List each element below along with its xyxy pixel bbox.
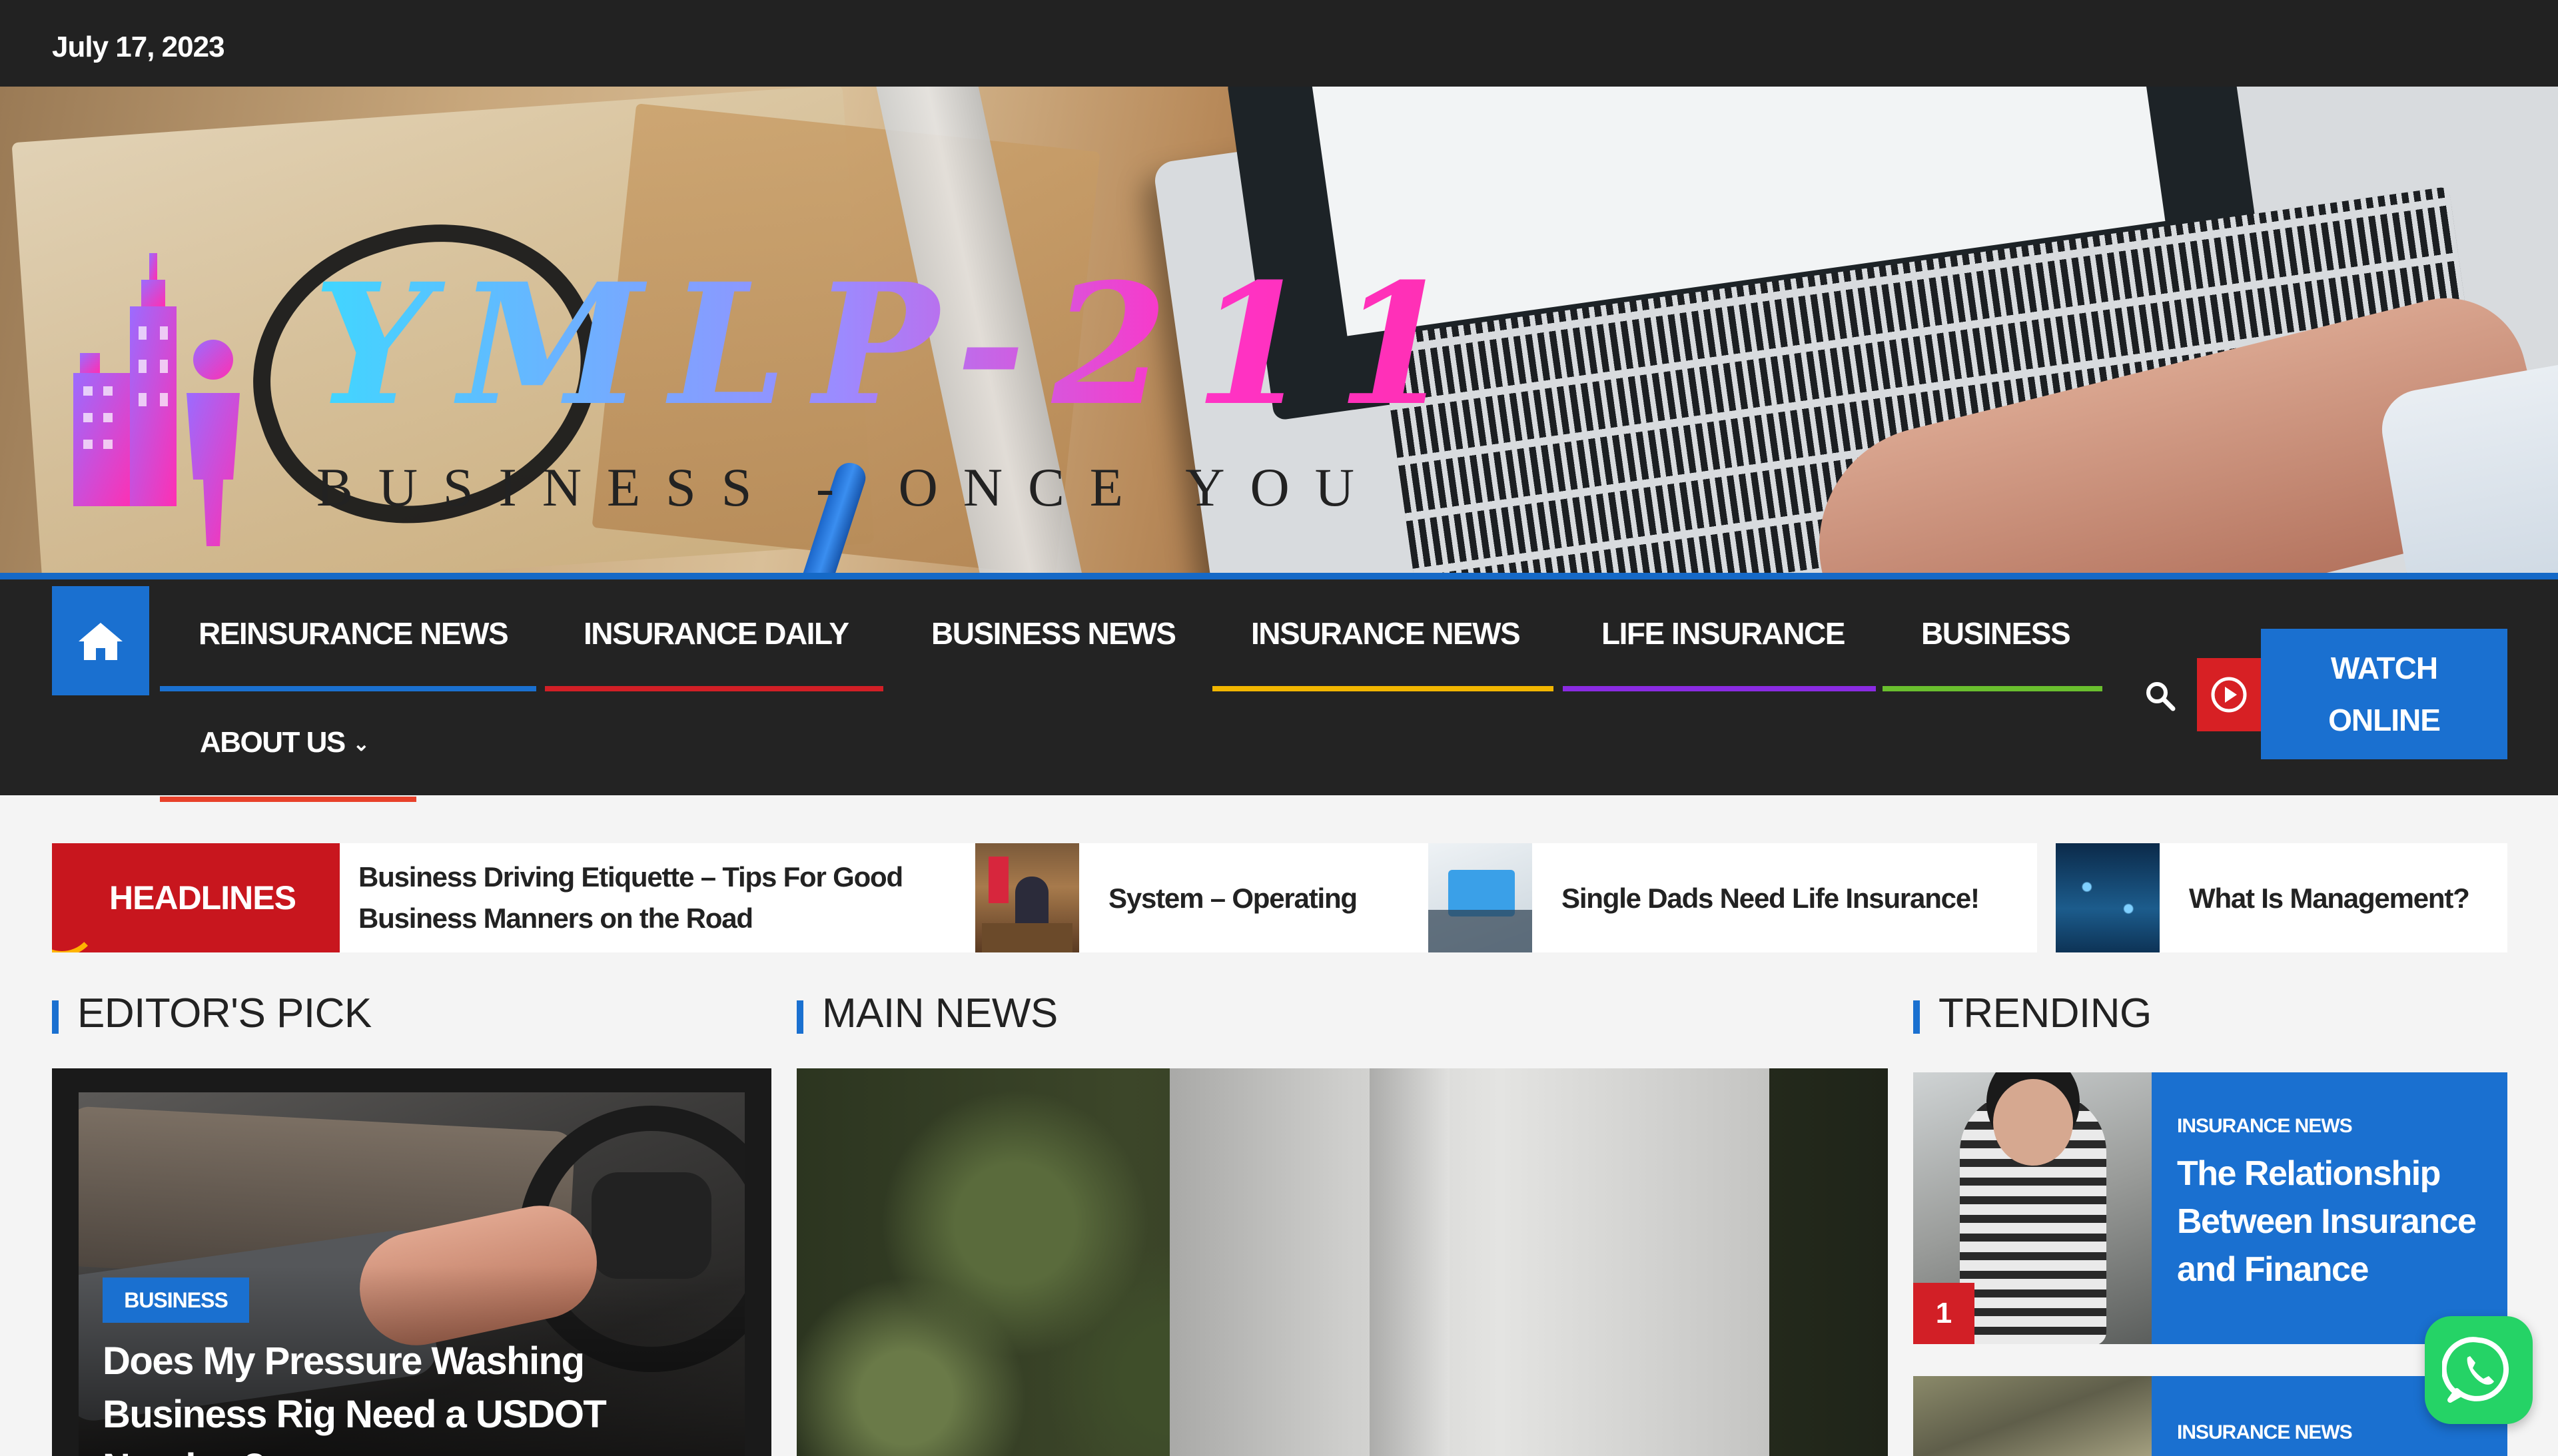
home-button[interactable] xyxy=(52,586,149,695)
section-marker xyxy=(1913,1000,1920,1034)
nav-underline-insurance-daily xyxy=(545,686,883,691)
nav-underline-about-us xyxy=(160,797,416,802)
ticker-item-title: System – Operating xyxy=(1108,883,1358,914)
nav-item-business-news[interactable]: BUSINESS NEWS xyxy=(931,615,1176,651)
trending-category[interactable]: INSURANCE NEWS xyxy=(2177,1421,2353,1444)
watch-online-line2: ONLINE xyxy=(2328,703,2441,737)
search-icon xyxy=(2146,682,2176,711)
nav-item-business[interactable]: BUSINESS xyxy=(1921,615,2071,651)
ticker-item-title-line2: Business Manners on the Road xyxy=(358,903,753,934)
ticker-item[interactable]: Business Driving Etiquette – Tips For Go… xyxy=(340,843,1002,952)
trending-heading: TRENDING xyxy=(1938,990,2152,1036)
site-logo-icon[interactable] xyxy=(67,226,266,559)
trending-title-line3: and Finance xyxy=(2177,1250,2369,1289)
editors-pick-heading: EDITOR'S PICK xyxy=(77,990,372,1036)
ticker-item-title-line1: Business Driving Etiquette – Tips For Go… xyxy=(358,861,903,893)
top-bar: July 17, 2023 xyxy=(0,0,2558,87)
headlines-ticker: HEADLINES Business Driving Etiquette – T… xyxy=(52,843,2507,952)
whatsapp-button[interactable] xyxy=(2425,1316,2533,1424)
play-circle-icon xyxy=(2211,677,2247,713)
ticker-item[interactable]: System – Operating xyxy=(975,843,1455,952)
trending-card[interactable]: 1 INSURANCE NEWS The Relationship Betwee… xyxy=(1913,1072,2507,1344)
main-navigation: REINSURANCE NEWS INSURANCE DAILY BUSINES… xyxy=(0,573,2558,802)
trending-card[interactable]: INSURANCE NEWS xyxy=(1913,1376,2507,1456)
flag-shape xyxy=(989,857,1009,903)
chevron-down-icon: ⌄ xyxy=(352,733,370,755)
nav-underline-insurance-news xyxy=(1212,686,1553,691)
ticker-item[interactable]: What Is Management? xyxy=(2056,843,2507,952)
nav-item-insurance-daily[interactable]: INSURANCE DAILY xyxy=(584,615,849,651)
category-badge-business[interactable]: BUSINESS xyxy=(103,1277,249,1323)
trending-rank: 1 xyxy=(1913,1283,1974,1344)
coat-shape xyxy=(1170,1068,1769,1456)
trending-title-line2: Between Insurance xyxy=(2177,1202,2477,1241)
desk-shape xyxy=(982,923,1072,952)
editors-pick-title-line2: Business Rig Need a USDOT xyxy=(103,1393,607,1436)
headlines-arc-icon xyxy=(52,883,99,952)
main-news-image[interactable] xyxy=(797,1068,1888,1456)
person-shape xyxy=(1428,910,1532,952)
search-button[interactable] xyxy=(2144,679,2177,713)
ticker-item[interactable]: Single Dads Need Life Insurance! xyxy=(1428,843,2037,952)
ticker-thumbnail xyxy=(975,843,1079,952)
trending-image[interactable] xyxy=(1913,1376,2152,1456)
section-marker xyxy=(52,1000,59,1034)
whatsapp-icon xyxy=(2442,1337,2509,1403)
nav-underline-business xyxy=(1883,686,2102,691)
section-marker xyxy=(797,1000,803,1034)
headlines-label: HEADLINES xyxy=(52,843,340,952)
coat-fold-shape xyxy=(1370,1068,1450,1456)
nav-item-life-insurance[interactable]: LIFE INSURANCE xyxy=(1601,615,1845,651)
editors-pick-title-line1: Does My Pressure Washing xyxy=(103,1339,585,1383)
ticker-thumbnail xyxy=(1428,843,1532,952)
site-title[interactable]: YMLP-211 xyxy=(313,261,1480,428)
home-icon xyxy=(79,623,123,660)
trending-title-line1: The Relationship xyxy=(2177,1154,2441,1193)
nav-underline-life-insurance xyxy=(1563,686,1876,691)
nav-item-about-us[interactable]: ABOUT US ⌄ xyxy=(200,726,370,759)
ticker-item-title: Single Dads Need Life Insurance! xyxy=(1561,883,1980,914)
headlines-label-text: HEADLINES xyxy=(109,879,296,916)
watch-online-line1: WATCH xyxy=(2330,650,2438,685)
play-button[interactable] xyxy=(2197,658,2261,731)
ticker-item-title: What Is Management? xyxy=(2189,883,2470,914)
current-date: July 17, 2023 xyxy=(52,31,225,63)
nav-item-reinsurance-news[interactable]: REINSURANCE NEWS xyxy=(199,615,509,651)
head-shape xyxy=(1993,1079,2073,1166)
ticker-thumbnail xyxy=(2056,843,2160,952)
nav-underline-reinsurance-news xyxy=(160,686,536,691)
editors-pick-title[interactable]: Does My Pressure Washing Business Rig Ne… xyxy=(103,1335,729,1456)
trending-category[interactable]: INSURANCE NEWS xyxy=(2177,1115,2353,1138)
editors-pick-title-line3: Number? xyxy=(103,1446,266,1456)
main-news-heading: MAIN NEWS xyxy=(822,990,1058,1036)
nav-item-insurance-news[interactable]: INSURANCE NEWS xyxy=(1251,615,1521,651)
watch-online-button[interactable]: WATCH ONLINE xyxy=(2261,629,2507,759)
site-tagline: BUSINESS - ONCE YOU xyxy=(316,457,1380,518)
trending-title[interactable]: The Relationship Between Insurance and F… xyxy=(2177,1150,2490,1293)
steering-hub-shape xyxy=(592,1172,711,1279)
header-banner: YMLP-211 BUSINESS - ONCE YOU xyxy=(0,87,2558,573)
about-us-label: ABOUT US xyxy=(200,726,346,759)
